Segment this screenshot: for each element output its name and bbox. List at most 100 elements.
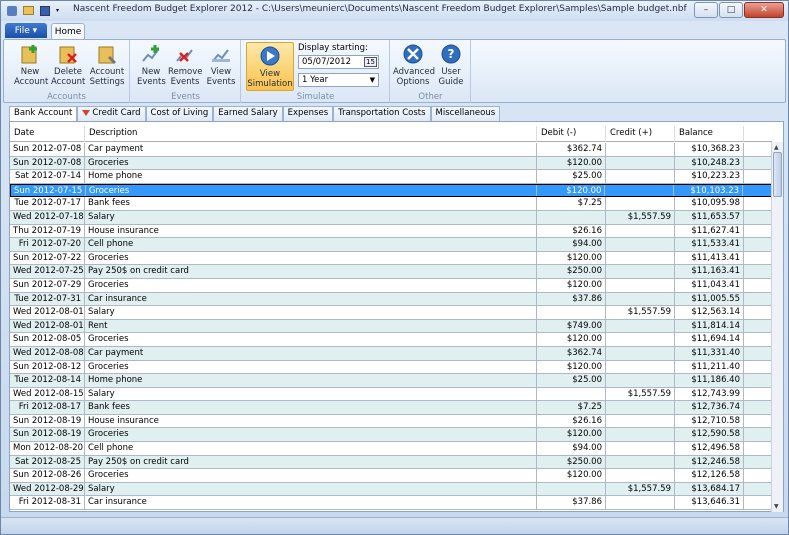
cell-balance: $10,223.23 bbox=[675, 170, 744, 183]
cell-date: Tue 2012-07-31 bbox=[10, 292, 85, 306]
scrollbar-thumb[interactable] bbox=[773, 152, 782, 197]
vertical-scrollbar[interactable]: ▲ ▼ bbox=[771, 142, 783, 512]
table-row[interactable]: Tue 2012-07-17 Bank fees $7.25 $10,095.98 bbox=[10, 197, 772, 211]
cell-date: Sat 2012-07-14 bbox=[10, 170, 85, 183]
table-row[interactable]: Sun 2012-08-26 Groceries $120.00 $12,126.58 bbox=[10, 469, 772, 483]
table-row[interactable]: Fri 2012-08-17 Bank fees $7.25 $12,736.74 bbox=[10, 401, 772, 415]
table-row[interactable]: Fri 2012-07-20 Cell phone $94.00 $11,533.41 bbox=[10, 238, 772, 252]
chevron-down-icon: ▼ bbox=[369, 76, 375, 84]
cell-date: Sun 2012-07-08 bbox=[10, 143, 85, 156]
delete-account-label-2: Account bbox=[51, 77, 86, 87]
tab-cost-of-living[interactable]: Cost of Living bbox=[145, 106, 214, 121]
table-row[interactable]: Sun 2012-08-19 Groceries $120.00 $12,590.58 bbox=[10, 428, 772, 443]
table-row[interactable]: Sat 2012-08-25 Pay 250$ on credit card $25… bbox=[10, 455, 772, 470]
cell-debit bbox=[537, 306, 606, 319]
new-account-icon bbox=[21, 45, 37, 64]
close-button[interactable]: ✕ bbox=[744, 2, 784, 18]
tab-home[interactable]: Home bbox=[51, 23, 85, 39]
table-row[interactable]: Sun 2012-07-29 Groceries $120.00 $11,043.41 bbox=[10, 278, 772, 293]
table-row[interactable]: Wed 2012-08-01 Salary $1,557.59 $12,563.14 bbox=[10, 306, 772, 320]
cell-description: House insurance bbox=[85, 414, 537, 428]
table-row[interactable]: Tue 2012-08-14 Home phone $25.00 $11,186.40 bbox=[10, 374, 772, 388]
cell-debit: $25.00 bbox=[537, 374, 606, 387]
table-row[interactable]: Sun 2012-07-08 Car payment $362.74 $10,368.… bbox=[10, 143, 772, 157]
table-row[interactable]: Sun 2012-07-08 Groceries $120.00 $10,248.23 bbox=[10, 156, 772, 171]
column-header-credit[interactable]: Credit (+) bbox=[606, 126, 675, 142]
quick-access-dropdown-icon[interactable]: ▾ bbox=[56, 7, 59, 14]
cell-credit bbox=[606, 455, 675, 469]
delete-account-button[interactable]: Delete Account bbox=[51, 43, 85, 87]
cell-debit: $7.25 bbox=[537, 401, 606, 414]
table-row[interactable]: Wed 2012-08-29 Salary $1,557.59 $13,684.17 bbox=[10, 482, 772, 497]
tab-expenses[interactable]: Expenses bbox=[282, 106, 334, 121]
cell-description: House insurance bbox=[85, 224, 537, 238]
table-row[interactable]: Wed 2012-07-25 Pay 250$ on credit card $25… bbox=[10, 265, 772, 279]
cell-balance: $13,684.17 bbox=[675, 482, 744, 496]
scroll-up-icon[interactable]: ▲ bbox=[774, 144, 779, 151]
cell-filler bbox=[744, 401, 772, 414]
column-header-balance[interactable]: Balance bbox=[675, 126, 744, 142]
view-events-button[interactable]: View Events bbox=[206, 43, 236, 87]
cell-filler bbox=[744, 143, 772, 156]
cell-debit bbox=[537, 482, 606, 496]
account-settings-button[interactable]: Account Settings bbox=[88, 43, 126, 87]
cell-filler bbox=[744, 347, 772, 360]
user-guide-button[interactable]: ? User Guide bbox=[436, 43, 466, 87]
cell-filler bbox=[744, 265, 772, 278]
table-row[interactable]: Sun 2012-08-19 House insurance $26.16 $12,7… bbox=[10, 414, 772, 429]
cell-balance: $11,814.14 bbox=[675, 319, 744, 333]
delete-account-label-1: Delete bbox=[54, 67, 82, 77]
table-row[interactable]: Thu 2012-07-19 House insurance $26.16 $11,6… bbox=[10, 224, 772, 239]
table-row[interactable]: Tue 2012-07-31 Car insurance $37.86 $11,005… bbox=[10, 292, 772, 307]
table-row[interactable]: Wed 2012-08-15 Salary $1,557.59 $12,743.99 bbox=[10, 387, 772, 402]
cell-balance: $10,095.98 bbox=[675, 197, 744, 210]
new-account-button[interactable]: New Account bbox=[14, 43, 48, 87]
tab-bank-account[interactable]: Bank Account bbox=[9, 106, 78, 122]
display-period-select[interactable]: 1 Year ▼ bbox=[298, 73, 379, 87]
remove-events-button[interactable]: Remove Events bbox=[168, 43, 203, 87]
cell-balance: $10,248.23 bbox=[675, 156, 744, 170]
cell-balance: $12,496.58 bbox=[675, 442, 744, 455]
cell-filler bbox=[744, 211, 772, 224]
cell-credit bbox=[606, 469, 675, 482]
cell-credit: $1,557.59 bbox=[606, 387, 675, 401]
tab-miscellaneous[interactable]: Miscellaneous bbox=[430, 106, 501, 121]
grid-header: Date Description Debit (-) Credit (+) Ba… bbox=[10, 126, 772, 142]
minimize-button[interactable]: – bbox=[694, 2, 718, 18]
table-row[interactable]: Sat 2012-07-14 Home phone $25.00 $10,223.23 bbox=[10, 170, 772, 184]
scroll-down-icon[interactable]: ▼ bbox=[774, 503, 779, 510]
column-header-date[interactable]: Date bbox=[10, 126, 85, 142]
cell-filler bbox=[744, 157, 772, 170]
advanced-options-button[interactable]: Advanced Options bbox=[393, 43, 435, 87]
table-row[interactable]: Wed 2012-07-18 Salary $1,557.59 $11,653.57 bbox=[10, 210, 772, 225]
table-row[interactable]: Sun 2012-07-15 Groceries $120.00 $10,103.23 bbox=[10, 183, 772, 198]
cell-description: Salary bbox=[85, 210, 537, 224]
cell-filler bbox=[744, 496, 772, 509]
cell-date: Wed 2012-08-01 bbox=[10, 306, 85, 319]
open-icon[interactable] bbox=[23, 6, 34, 15]
table-row[interactable]: Wed 2012-08-01 Rent $749.00 $11,814.14 bbox=[10, 319, 772, 334]
tab-earned-salary[interactable]: Earned Salary bbox=[213, 106, 283, 121]
table-row[interactable]: Sun 2012-08-12 Groceries $120.00 $11,211.40 bbox=[10, 360, 772, 375]
table-row[interactable]: Wed 2012-08-08 Car payment $362.74 $11,331.… bbox=[10, 346, 772, 361]
new-events-button[interactable]: New Events bbox=[137, 43, 166, 87]
cell-filler bbox=[744, 361, 772, 374]
save-icon[interactable] bbox=[40, 5, 50, 16]
tab-transportation-costs[interactable]: Transportation Costs bbox=[333, 106, 431, 121]
cell-date: Sun 2012-08-05 bbox=[10, 333, 85, 346]
table-row[interactable]: Mon 2012-08-20 Cell phone $94.00 $12,496.58 bbox=[10, 442, 772, 456]
display-start-date-input[interactable]: 05/07/2012 15 bbox=[298, 55, 379, 69]
view-simulation-button[interactable]: View Simulation bbox=[246, 42, 294, 91]
calendar-icon[interactable]: 15 bbox=[364, 57, 377, 67]
column-header-debit[interactable]: Debit (-) bbox=[537, 126, 606, 142]
file-menu-button[interactable]: File ▾ bbox=[5, 23, 47, 38]
cell-description: Groceries bbox=[85, 156, 537, 170]
table-row[interactable]: Sun 2012-07-22 Groceries $120.00 $11,413.41 bbox=[10, 251, 772, 266]
column-header-description[interactable]: Description bbox=[85, 126, 537, 142]
cell-credit bbox=[605, 184, 675, 197]
cell-date: Fri 2012-07-20 bbox=[10, 238, 85, 251]
table-row[interactable]: Sun 2012-08-05 Groceries $120.00 $11,694.14 bbox=[10, 333, 772, 347]
table-row[interactable]: Fri 2012-08-31 Car insurance $37.86 $13,646… bbox=[10, 496, 772, 511]
maximize-button[interactable]: □ bbox=[719, 2, 743, 18]
tab-credit-card[interactable]: Credit Card bbox=[77, 106, 146, 121]
